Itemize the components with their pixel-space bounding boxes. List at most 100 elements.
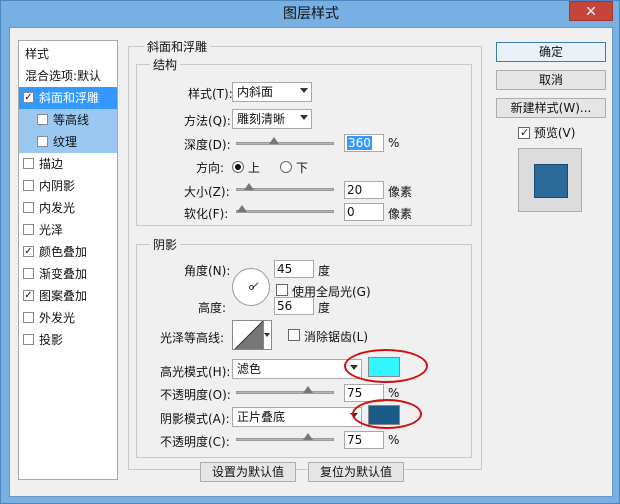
gloss-contour-label: 光泽等高线: (160, 331, 225, 345)
size-slider-thumb[interactable] (244, 183, 255, 190)
sidebar-item-label: 颜色叠加 (39, 245, 88, 259)
cancel-button[interactable]: 取消 (496, 70, 606, 90)
direction-up-radio[interactable] (232, 161, 244, 173)
preview-check-box[interactable]: ✓ (518, 125, 530, 139)
sidebar-item-checkbox[interactable] (23, 268, 34, 279)
size-label: 大小(Z): (184, 185, 230, 199)
sidebar-item[interactable]: ✓ 斜面和浮雕 (19, 87, 117, 109)
antialiased-checkbox[interactable] (288, 329, 300, 341)
shadow-opacity-unit: % (388, 433, 400, 447)
sidebar-item[interactable]: 混合选项:默认 (19, 65, 117, 87)
depth-slider[interactable] (236, 137, 334, 145)
angle-needle (252, 282, 259, 289)
shadow-opacity-slider[interactable] (236, 433, 334, 441)
shading-title: 阴影 (150, 236, 181, 253)
highlight-opacity-slider[interactable] (236, 386, 334, 394)
sidebar-item[interactable]: 等高线 (19, 109, 117, 131)
highlight-opacity-unit: % (388, 386, 400, 400)
chevron-down-icon (300, 88, 308, 93)
shadow-mode-select[interactable]: 正片叠底 (232, 407, 362, 427)
angle-input[interactable]: 45 (274, 260, 314, 278)
contour-curve-icon (234, 321, 263, 349)
highlight-opacity-thumb[interactable] (303, 386, 313, 393)
sidebar-item-checkbox[interactable]: ✓ (23, 290, 34, 301)
sidebar-item-checkbox[interactable] (23, 202, 34, 213)
direction-up-label: 上 (248, 161, 261, 175)
preview-swatch (534, 164, 568, 198)
soften-slider[interactable] (236, 205, 334, 213)
sidebar-item[interactable]: 样式 (19, 43, 117, 65)
reset-default-button[interactable]: 复位为默认值 (308, 462, 404, 482)
ok-button[interactable]: 确定 (496, 42, 606, 62)
soften-input[interactable]: 0 (344, 203, 384, 221)
sidebar-item-checkbox[interactable] (37, 136, 48, 147)
sidebar-item-label: 内阴影 (39, 179, 76, 193)
style-select-value: 内斜面 (237, 85, 274, 99)
sidebar-item[interactable]: 光泽 (19, 219, 117, 241)
sidebar-item-checkbox[interactable] (23, 158, 34, 169)
sidebar-item-checkbox[interactable] (23, 334, 34, 345)
size-slider[interactable] (236, 183, 334, 191)
technique-label: 方法(Q): (184, 114, 231, 128)
sidebar-item-label: 描边 (39, 157, 64, 171)
sidebar-item-label: 斜面和浮雕 (39, 91, 100, 105)
depth-input[interactable]: 360 (344, 134, 384, 152)
shadow-opacity-label: 不透明度(C): (160, 435, 230, 449)
shadow-opacity-thumb[interactable] (303, 433, 313, 440)
depth-value: 360 (347, 136, 372, 150)
angle-label: 角度(N): (184, 264, 231, 278)
sidebar-item[interactable]: 内发光 (19, 197, 117, 219)
sidebar-item-label: 纹理 (53, 135, 78, 149)
shadow-opacity-input[interactable]: 75 (344, 431, 384, 449)
direction-down-label: 下 (296, 161, 309, 175)
sidebar-item-checkbox[interactable] (23, 180, 34, 191)
make-default-button[interactable]: 设置为默认值 (200, 462, 296, 482)
sidebar-item-label: 样式 (25, 47, 50, 61)
style-select[interactable]: 内斜面 (232, 82, 312, 102)
angle-unit: 度 (318, 264, 331, 278)
bevel-emboss-title: 斜面和浮雕 (144, 38, 211, 55)
sidebar-item-checkbox[interactable] (23, 224, 34, 235)
technique-select-value: 雕刻清晰 (237, 112, 286, 126)
sidebar-item[interactable]: 投影 (19, 329, 117, 351)
altitude-label: 高度: (198, 301, 227, 315)
dialog-client: 样式 混合选项:默认 ✓ 斜面和浮雕 等高线 纹理 描边 内阴影 内发光 光泽 ✓ 颜色叠加 渐变叠加 ✓… (9, 27, 613, 497)
layer-style-dialog: 图层样式 ✕ 样式 混合选项:默认 ✓ 斜面和浮雕 等高线 纹理 描边 内阴影 内发光 光泽 ✓ 颜色… (0, 0, 620, 504)
antialiased-label: 消除锯齿(L) (304, 330, 369, 344)
direction-down-radio[interactable] (280, 161, 292, 173)
sidebar-item[interactable]: 描边 (19, 153, 117, 175)
size-unit: 像素 (388, 185, 413, 199)
sidebar-item-label: 外发光 (39, 311, 76, 325)
new-style-button[interactable]: 新建样式(W)... (496, 98, 606, 118)
check-icon: ✓ (520, 125, 530, 139)
highlight-mode-value: 滤色 (237, 362, 262, 376)
preview-checkbox[interactable]: ✓ 预览(V) (518, 124, 575, 141)
depth-unit: % (388, 136, 400, 150)
angle-dial[interactable] (232, 268, 270, 306)
technique-select[interactable]: 雕刻清晰 (232, 109, 312, 129)
sidebar-item[interactable]: 内阴影 (19, 175, 117, 197)
sidebar-item-label: 光泽 (39, 223, 64, 237)
sidebar-item[interactable]: ✓ 图案叠加 (19, 285, 117, 307)
depth-slider-thumb[interactable] (268, 137, 279, 144)
contour-dropdown-arrow[interactable] (264, 320, 272, 350)
size-input[interactable]: 20 (344, 181, 384, 199)
shadow-mode-value: 正片叠底 (237, 410, 286, 424)
sidebar-item[interactable]: 纹理 (19, 131, 117, 153)
chevron-down-icon (300, 115, 308, 120)
soften-slider-thumb[interactable] (237, 205, 247, 212)
sidebar-item-label: 投影 (39, 333, 64, 347)
sidebar-item-checkbox[interactable]: ✓ (23, 92, 34, 103)
sidebar-item-checkbox[interactable] (23, 312, 34, 323)
global-light-checkbox[interactable] (276, 284, 288, 296)
sidebar-item[interactable]: 外发光 (19, 307, 117, 329)
gloss-contour-picker[interactable] (232, 320, 264, 350)
sidebar-item-checkbox[interactable] (37, 114, 48, 125)
altitude-input[interactable]: 56 (274, 297, 314, 315)
sidebar-item-label: 图案叠加 (39, 289, 88, 303)
sidebar-item-checkbox[interactable]: ✓ (23, 246, 34, 257)
close-button[interactable]: ✕ (569, 1, 613, 21)
sidebar-item[interactable]: ✓ 颜色叠加 (19, 241, 117, 263)
sidebar-item[interactable]: 渐变叠加 (19, 263, 117, 285)
highlight-mode-select[interactable]: 滤色 (232, 359, 362, 379)
